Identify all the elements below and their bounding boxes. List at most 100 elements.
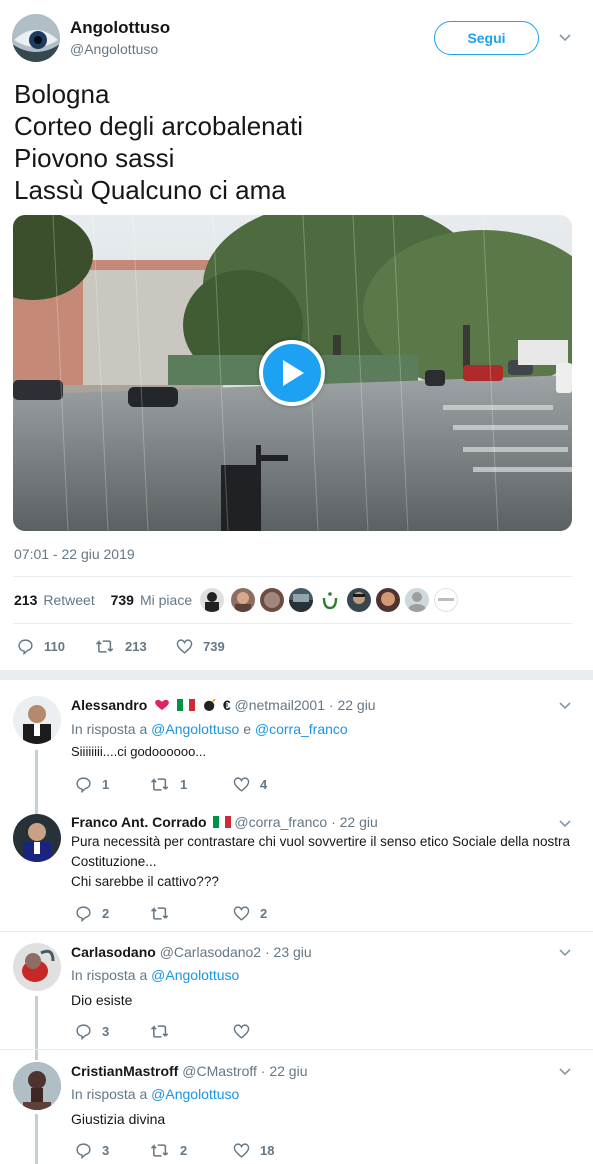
in-reply-prefix: In risposta a [71, 721, 148, 737]
reply-text-line: Pura necessità per contrastare chi vuol … [71, 834, 570, 849]
reply-count: 3 [102, 1143, 110, 1158]
divider [13, 576, 572, 577]
reply-name-suffix: € [222, 697, 231, 713]
retweet-count-label[interactable]: Retweet [43, 592, 94, 608]
tweet-timestamp[interactable]: 07:01 - 22 giu 2019 [14, 546, 135, 562]
heart-icon [233, 906, 250, 921]
tweet-line: Corteo degli arcobalenati [14, 111, 304, 141]
reply-author-name[interactable]: Carlasodano [71, 944, 156, 960]
divider [0, 931, 593, 932]
retweet-icon [150, 778, 169, 791]
reply-date[interactable]: · 22 giu [329, 697, 376, 713]
liker-avatar[interactable] [405, 588, 429, 612]
reply-header: CristianMastroff @CMastroff · 22 giu [71, 1063, 307, 1079]
heart-icon [233, 777, 250, 792]
reply-avatar[interactable] [13, 814, 61, 862]
like-count[interactable]: 739 [111, 592, 134, 608]
reply-button[interactable]: 3 [75, 1023, 109, 1040]
reply-avatar[interactable] [13, 1062, 61, 1110]
chevron-down-icon[interactable] [558, 945, 572, 964]
thread-line [35, 750, 38, 814]
reply-author-handle[interactable]: @netmail2001 [235, 697, 326, 713]
liker-avatar[interactable] [434, 588, 458, 612]
reply-author-name[interactable]: CristianMastroff [71, 1063, 178, 1079]
like-count-label[interactable]: Mi piace [140, 592, 192, 608]
retweet-button[interactable]: 1 [150, 776, 187, 793]
retweet-count[interactable]: 213 [14, 592, 37, 608]
retweet-button[interactable] [150, 1023, 180, 1040]
reply-date[interactable]: · 22 giu [331, 814, 378, 830]
reply-author-handle[interactable]: @corra_franco [234, 814, 327, 830]
in-reply-to: In risposta a @Angolottuso e @corra_fran… [71, 721, 348, 737]
liker-avatar[interactable] [200, 588, 224, 612]
follow-button[interactable]: Segui [434, 21, 539, 55]
reply-header: Carlasodano @Carlasodano2 · 23 giu [71, 944, 312, 960]
like-count: 4 [260, 777, 268, 792]
like-button[interactable]: 2 [233, 905, 267, 922]
retweet-action-count: 213 [125, 639, 147, 654]
reply-author-handle[interactable]: @Carlasodano2 [160, 944, 261, 960]
author-avatar[interactable] [12, 14, 60, 62]
heart-icon [176, 639, 193, 654]
retweet-button[interactable]: 2 [150, 1142, 187, 1159]
like-count: 2 [260, 906, 268, 921]
chevron-down-icon[interactable] [558, 1064, 572, 1083]
reply-count: 2 [102, 906, 110, 921]
liker-avatar[interactable] [260, 588, 284, 612]
like-button[interactable]: 18 [233, 1142, 274, 1159]
reply-author-name[interactable]: Alessandro [71, 697, 147, 713]
chevron-down-icon[interactable] [558, 30, 572, 49]
play-button[interactable] [259, 340, 325, 406]
red-heart-icon [155, 699, 169, 711]
like-button[interactable]: 739 [176, 638, 225, 655]
reply-avatar[interactable] [13, 943, 61, 991]
liker-avatar[interactable] [376, 588, 400, 612]
in-reply-prefix: In risposta a [71, 1086, 148, 1102]
reply-author-name[interactable]: Franco Ant. Corrado [71, 814, 207, 830]
tweet-line: Bologna [14, 79, 110, 109]
reply-icon [76, 1143, 91, 1159]
chevron-down-icon[interactable] [558, 698, 572, 717]
reply-count: 3 [102, 1024, 110, 1039]
retweet-count: 1 [180, 777, 188, 792]
reply-header: Alessandro € @netmail2001 · 22 giu [71, 697, 376, 713]
heart-icon [233, 1024, 250, 1039]
reply-button[interactable]: 2 [75, 905, 109, 922]
reply-text: Giustizia divina [71, 1111, 166, 1127]
reply-avatar[interactable] [13, 696, 61, 744]
reply-date[interactable]: · 23 giu [265, 944, 312, 960]
divider [13, 623, 572, 624]
in-reply-user[interactable]: @Angolottuso [151, 1086, 239, 1102]
section-divider [0, 670, 593, 680]
author-name[interactable]: Angolottuso [70, 18, 170, 38]
liker-avatar[interactable] [318, 588, 342, 612]
in-reply-user[interactable]: @Angolottuso [151, 967, 239, 983]
reply-author-handle[interactable]: @CMastroff [182, 1063, 257, 1079]
retweet-icon [150, 1025, 169, 1038]
like-count: 18 [260, 1143, 275, 1158]
reply-text-line: Costituzione... [71, 854, 157, 869]
thread-line [35, 996, 38, 1060]
reply-icon [18, 639, 33, 655]
reply-icon [76, 906, 91, 922]
like-button[interactable] [233, 1023, 260, 1040]
reply-icon [76, 1024, 91, 1040]
in-reply-user[interactable]: @corra_franco [255, 721, 348, 737]
reply-button[interactable]: 3 [75, 1142, 109, 1159]
retweet-count: 2 [180, 1143, 188, 1158]
liker-avatar[interactable] [347, 588, 371, 612]
in-reply-user[interactable]: @Angolottuso [151, 721, 239, 737]
reply-count: 1 [102, 777, 110, 792]
retweet-button[interactable] [150, 905, 180, 922]
liker-avatar[interactable] [289, 588, 313, 612]
like-button[interactable]: 4 [233, 776, 267, 793]
author-handle[interactable]: @Angolottuso [70, 41, 158, 57]
reply-button[interactable]: 110 [17, 638, 65, 655]
retweet-button[interactable]: 213 [95, 638, 147, 655]
reply-button[interactable]: 1 [75, 776, 109, 793]
reply-date[interactable]: · 22 giu [261, 1063, 308, 1079]
in-reply-to: In risposta a @Angolottuso [71, 967, 239, 983]
play-icon [283, 360, 304, 386]
liker-avatar[interactable] [231, 588, 255, 612]
reply-count: 110 [44, 639, 65, 654]
